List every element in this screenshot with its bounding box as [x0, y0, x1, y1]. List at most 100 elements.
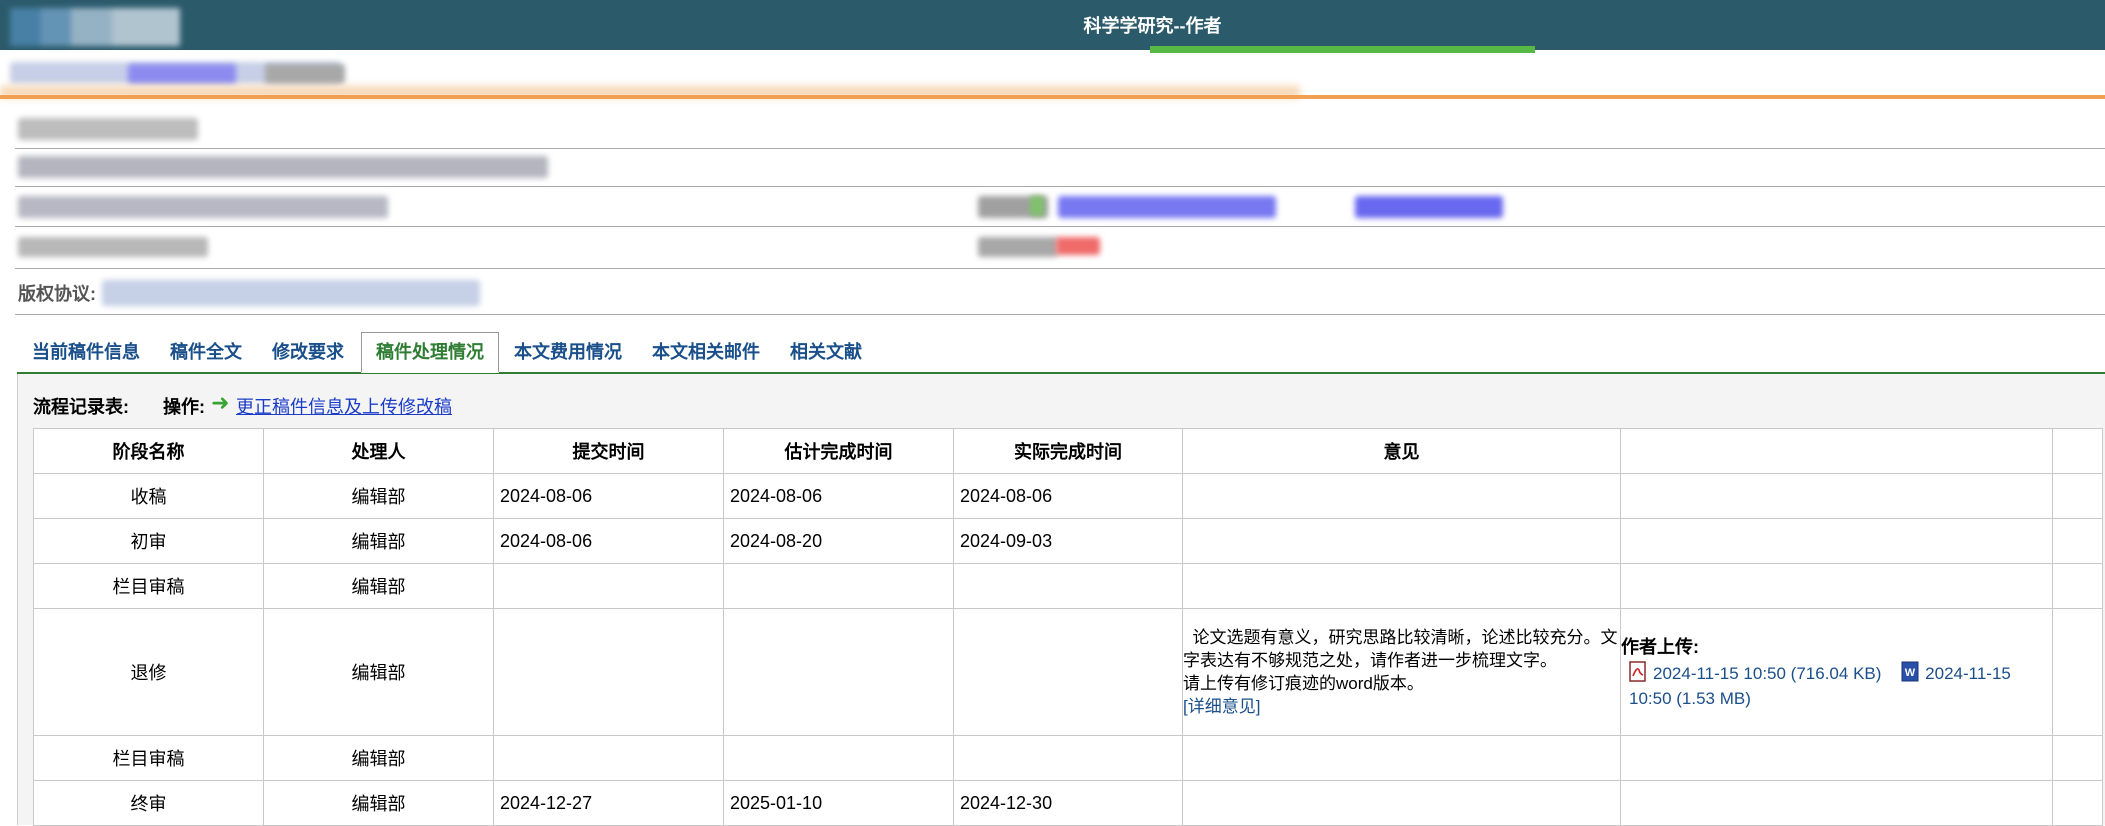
column-header: 估计完成时间 — [723, 428, 954, 474]
table-header-row: 阶段名称 处理人 提交时间 估计完成时间 实际完成时间 意见 — [33, 428, 2103, 474]
column-header-empty — [1620, 428, 2053, 474]
submit-time-cell: 2024-08-06 — [493, 518, 724, 564]
redacted-link[interactable] — [1058, 196, 1276, 218]
table-row: 栏目审稿 编辑部 — [33, 735, 2103, 781]
handler-cell: 编辑部 — [263, 780, 494, 826]
estimate-time-cell: 2024-08-06 — [723, 473, 954, 519]
column-header: 实际完成时间 — [953, 428, 1183, 474]
copyright-label: 版权协议: — [18, 284, 96, 304]
author-upload-label: 作者上传: — [1621, 637, 1699, 657]
table-row: 初审 编辑部 2024-08-06 2024-08-20 2024-09-03 — [33, 518, 2103, 564]
header-divider — [0, 95, 2105, 99]
opinion-cell — [1182, 563, 1621, 609]
column-header: 提交时间 — [493, 428, 724, 474]
extra-cell — [2052, 473, 2103, 519]
actual-time-cell — [953, 563, 1183, 609]
opinion-request: 请上传有修订痕迹的word版本。 — [1183, 674, 1424, 693]
handler-cell: 编辑部 — [263, 608, 494, 736]
svg-text:W: W — [1905, 667, 1916, 679]
manuscript-tabs: 当前稿件信息 稿件全文 修改要求 稿件处理情况 本文费用情况 本文相关邮件 相关… — [17, 332, 2105, 374]
flow-record-label: 流程记录表: — [33, 397, 129, 417]
redacted-field — [18, 196, 388, 218]
operation-label: 操作: — [163, 397, 205, 417]
tab-full-text[interactable]: 稿件全文 — [170, 332, 242, 372]
stage-cell: 栏目审稿 — [33, 563, 264, 609]
extra-cell — [2052, 518, 2103, 564]
table-row: 退修 编辑部 论文选题有意义，研究思路比较清晰，论述比较充分。文字表达有不够规范… — [33, 608, 2103, 736]
submit-time-cell: 2024-12-27 — [493, 780, 724, 826]
submit-time-cell — [493, 563, 724, 609]
column-header: 意见 — [1182, 428, 1621, 474]
handler-cell: 编辑部 — [263, 518, 494, 564]
stage-cell: 初审 — [33, 518, 264, 564]
app-header: 科学学研究--作者 — [0, 0, 2105, 50]
actual-time-cell — [953, 735, 1183, 781]
tab-related-emails[interactable]: 本文相关邮件 — [652, 332, 760, 372]
column-header: 阶段名称 — [33, 428, 264, 474]
extra-cell — [1620, 473, 2053, 519]
actual-time-cell — [953, 608, 1183, 736]
column-header-empty — [2052, 428, 2103, 474]
estimate-time-cell — [723, 608, 954, 736]
extra-cell — [1620, 563, 2053, 609]
stage-cell: 栏目审稿 — [33, 735, 264, 781]
redacted-nav-link[interactable] — [265, 64, 345, 84]
flow-record-table: 阶段名称 处理人 提交时间 估计完成时间 实际完成时间 意见 收稿 编辑部 20… — [33, 428, 2103, 826]
redacted-field — [18, 237, 208, 257]
extra-cell — [1620, 735, 2053, 781]
handler-cell: 编辑部 — [263, 563, 494, 609]
redacted-status-badge — [1056, 237, 1100, 255]
redacted-field — [18, 156, 548, 178]
opinion-cell: 论文选题有意义，研究思路比较清晰，论述比较充分。文字表达有不够规范之处，请作者进… — [1182, 608, 1621, 736]
extra-cell — [1620, 518, 2053, 564]
opinion-cell — [1182, 473, 1621, 519]
opinion-cell — [1182, 780, 1621, 826]
extra-cell — [2052, 735, 2103, 781]
tab-fees[interactable]: 本文费用情况 — [514, 332, 622, 372]
upload-files: 2024-11-15 10:50 (716.04 KB) W 2024-11-1… — [1621, 661, 2052, 711]
pdf-file-link[interactable]: 2024-11-15 10:50 (716.04 KB) — [1629, 661, 1886, 683]
estimate-time-cell: 2024-08-20 — [723, 518, 954, 564]
detail-opinion-link[interactable]: [详细意见] — [1183, 697, 1260, 716]
table-row: 终审 编辑部 2024-12-27 2025-01-10 2024-12-30 — [33, 780, 2103, 826]
opinion-cell — [1182, 735, 1621, 781]
pdf-file-label: 2024-11-15 10:50 (716.04 KB) — [1653, 664, 1882, 683]
table-row: 栏目审稿 编辑部 — [33, 563, 2103, 609]
info-row — [15, 110, 2105, 149]
estimate-time-cell: 2025-01-10 — [723, 780, 954, 826]
extra-cell — [2052, 563, 2103, 609]
arrow-right-icon: ➜ — [211, 390, 230, 415]
opinion-cell — [1182, 518, 1621, 564]
redacted-field — [978, 237, 1058, 257]
redacted-field — [18, 118, 198, 140]
page-title: 科学学研究--作者 — [1083, 16, 1222, 36]
revision-opinion: 论文选题有意义，研究思路比较清晰，论述比较充分。文字表达有不够规范之处，请作者进… — [1183, 624, 1620, 720]
column-header: 处理人 — [263, 428, 494, 474]
submit-time-cell: 2024-08-06 — [493, 473, 724, 519]
tab-related-literature[interactable]: 相关文献 — [790, 332, 862, 372]
correct-info-upload-link[interactable]: 更正稿件信息及上传修改稿 — [236, 393, 452, 419]
tab-processing-status[interactable]: 稿件处理情况 — [361, 332, 499, 373]
extra-cell — [2052, 780, 2103, 826]
estimate-time-cell — [723, 563, 954, 609]
upload-cell: 作者上传: 2024-11-15 10:50 (716.04 KB) W 202… — [1620, 608, 2053, 736]
submit-time-cell — [493, 735, 724, 781]
submit-time-cell — [493, 608, 724, 736]
redacted-copyright-link[interactable] — [102, 280, 480, 306]
opinion-text: 论文选题有意义，研究思路比较清晰，论述比较充分。文字表达有不够规范之处，请作者进… — [1183, 628, 1618, 670]
redacted-nav-link[interactable] — [128, 64, 236, 84]
stage-cell: 退修 — [33, 608, 264, 736]
estimate-time-cell — [723, 735, 954, 781]
extra-cell — [2052, 608, 2103, 736]
word-icon: W — [1901, 661, 1919, 682]
actual-time-cell: 2024-08-06 — [953, 473, 1183, 519]
handler-cell: 编辑部 — [263, 735, 494, 781]
table-row: 收稿 编辑部 2024-08-06 2024-08-06 2024-08-06 — [33, 473, 2103, 519]
tab-current-info[interactable]: 当前稿件信息 — [32, 332, 140, 372]
redacted-link[interactable] — [1355, 196, 1503, 218]
handler-cell: 编辑部 — [263, 473, 494, 519]
tab-revision-requirements[interactable]: 修改要求 — [272, 332, 344, 372]
header-accent-line — [1150, 46, 1535, 53]
extra-cell — [1620, 780, 2053, 826]
stage-cell: 收稿 — [33, 473, 264, 519]
